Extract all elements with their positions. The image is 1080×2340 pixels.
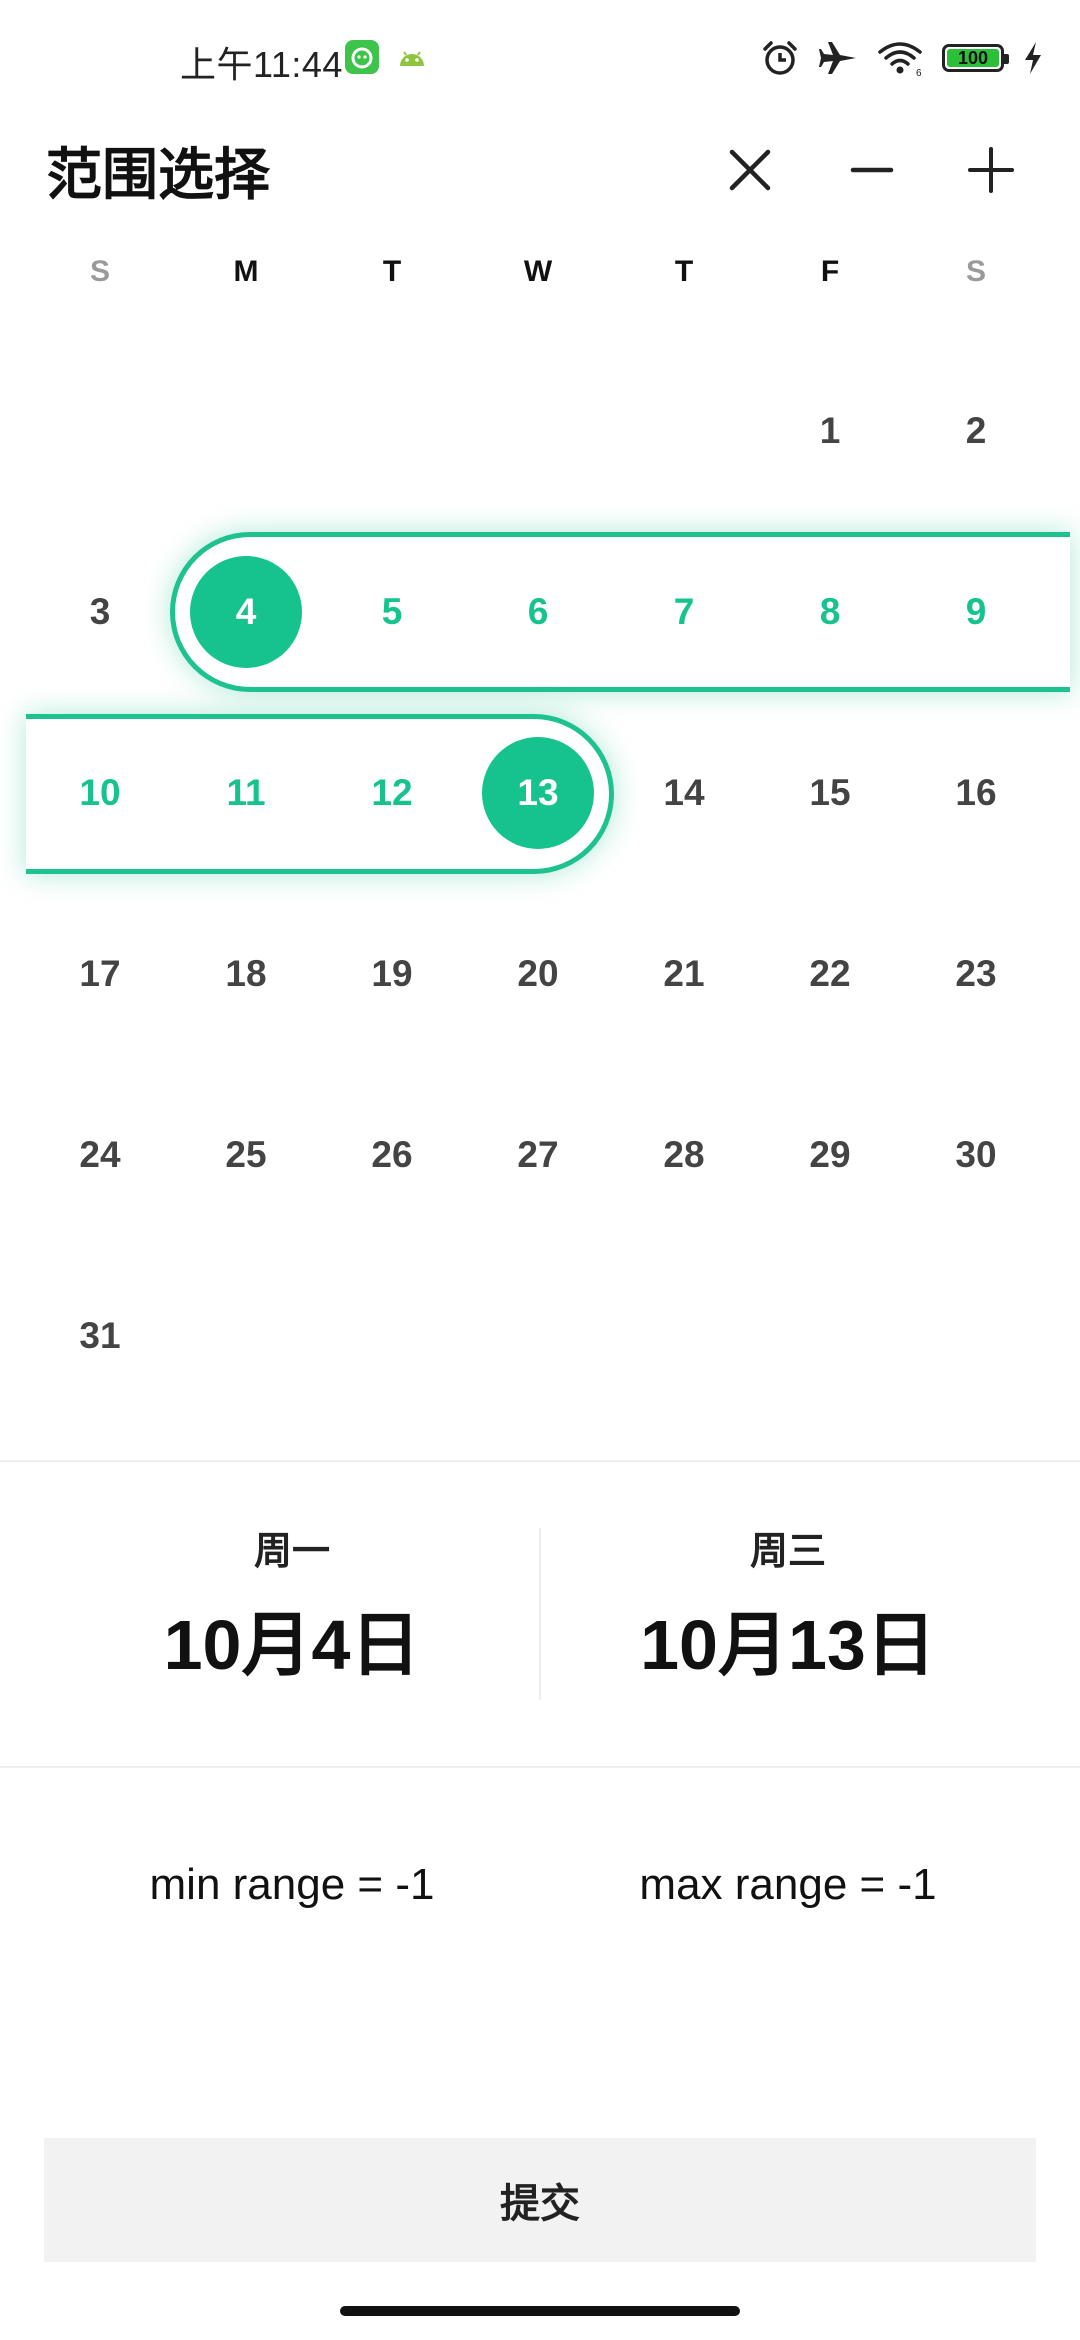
day-cell[interactable]: 1 bbox=[757, 340, 903, 521]
day-number: 9 bbox=[965, 590, 987, 632]
start-date-summary: 周一 10月4日 bbox=[22, 1520, 562, 1690]
day-number: 26 bbox=[371, 1133, 413, 1175]
day-number: 5 bbox=[381, 590, 403, 632]
day-cell[interactable]: 17 bbox=[27, 883, 173, 1064]
day-number: 30 bbox=[955, 1133, 997, 1175]
day-number: 4 bbox=[235, 590, 257, 632]
day-number: 14 bbox=[663, 771, 705, 813]
day-cell[interactable]: 8 bbox=[757, 521, 903, 702]
day-number: 3 bbox=[89, 590, 111, 632]
day-number: 13 bbox=[517, 771, 559, 813]
day-number: 25 bbox=[225, 1133, 267, 1175]
day-cell[interactable]: 26 bbox=[319, 1064, 465, 1245]
day-cell[interactable]: 16 bbox=[903, 702, 1049, 883]
day-cell[interactable]: 5 bbox=[319, 521, 465, 702]
day-number: 1 bbox=[819, 409, 841, 451]
home-indicator[interactable] bbox=[340, 2306, 740, 2316]
day-number: 16 bbox=[955, 771, 997, 813]
day-cell[interactable]: 13 bbox=[465, 702, 611, 883]
day-cell[interactable]: 2 bbox=[903, 340, 1049, 521]
day-cell[interactable]: 20 bbox=[465, 883, 611, 1064]
day-number: 2 bbox=[965, 409, 987, 451]
day-cell[interactable]: 6 bbox=[465, 521, 611, 702]
day-cell[interactable]: 7 bbox=[611, 521, 757, 702]
day-cell[interactable]: 14 bbox=[611, 702, 757, 883]
day-number: 17 bbox=[79, 952, 121, 994]
day-cell[interactable]: 21 bbox=[611, 883, 757, 1064]
day-cell[interactable]: 25 bbox=[173, 1064, 319, 1245]
day-number: 15 bbox=[809, 771, 851, 813]
day-cell[interactable]: 27 bbox=[465, 1064, 611, 1245]
divider bbox=[0, 1460, 1080, 1462]
end-date: 10月13日 bbox=[640, 1606, 936, 1684]
day-cell[interactable]: 9 bbox=[903, 521, 1049, 702]
day-number: 29 bbox=[809, 1133, 851, 1175]
day-number: 19 bbox=[371, 952, 413, 994]
day-cell[interactable]: 31 bbox=[27, 1245, 173, 1426]
submit-button[interactable]: 提交 bbox=[44, 2138, 1036, 2262]
min-range-text: min range = -1 bbox=[149, 1860, 435, 1909]
day-cell[interactable]: 10 bbox=[27, 702, 173, 883]
day-cell[interactable]: 22 bbox=[757, 883, 903, 1064]
day-number: 21 bbox=[663, 952, 705, 994]
max-range-text: max range = -1 bbox=[639, 1860, 937, 1909]
day-number: 8 bbox=[819, 590, 841, 632]
day-cell[interactable]: 29 bbox=[757, 1064, 903, 1245]
day-cell[interactable]: 28 bbox=[611, 1064, 757, 1245]
start-date: 10月4日 bbox=[163, 1606, 421, 1684]
end-weekday: 周三 bbox=[749, 1531, 826, 1573]
day-number: 28 bbox=[663, 1133, 705, 1175]
day-number: 22 bbox=[809, 952, 851, 994]
day-cell[interactable]: 3 bbox=[27, 521, 173, 702]
day-number: 24 bbox=[79, 1133, 121, 1175]
day-cell[interactable]: 11 bbox=[173, 702, 319, 883]
divider bbox=[0, 1766, 1080, 1768]
day-cell[interactable]: 19 bbox=[319, 883, 465, 1064]
day-number: 11 bbox=[226, 771, 266, 813]
day-number: 20 bbox=[517, 952, 559, 994]
day-cell[interactable]: 4 bbox=[173, 521, 319, 702]
day-number: 18 bbox=[225, 952, 267, 994]
end-date-summary: 周三 10月13日 bbox=[518, 1520, 1058, 1690]
day-cell[interactable]: 30 bbox=[903, 1064, 1049, 1245]
day-number: 6 bbox=[527, 590, 549, 632]
start-weekday: 周一 bbox=[253, 1531, 330, 1573]
day-number: 7 bbox=[673, 590, 695, 632]
day-cell[interactable]: 23 bbox=[903, 883, 1049, 1064]
day-cell[interactable]: 24 bbox=[27, 1064, 173, 1245]
day-cell[interactable]: 12 bbox=[319, 702, 465, 883]
calendar-grid: 1 2 3 4 5 6 7 8 9 10 11 12 13 14 15 16 17 18 19 20 21 22 23 24 2… bbox=[0, 0, 1080, 1400]
day-number: 23 bbox=[955, 952, 997, 994]
day-number: 31 bbox=[79, 1314, 121, 1356]
day-cell[interactable]: 15 bbox=[757, 702, 903, 883]
day-number: 12 bbox=[371, 771, 413, 813]
day-number: 27 bbox=[517, 1133, 559, 1175]
day-cell[interactable]: 18 bbox=[173, 883, 319, 1064]
day-number: 10 bbox=[79, 771, 121, 813]
